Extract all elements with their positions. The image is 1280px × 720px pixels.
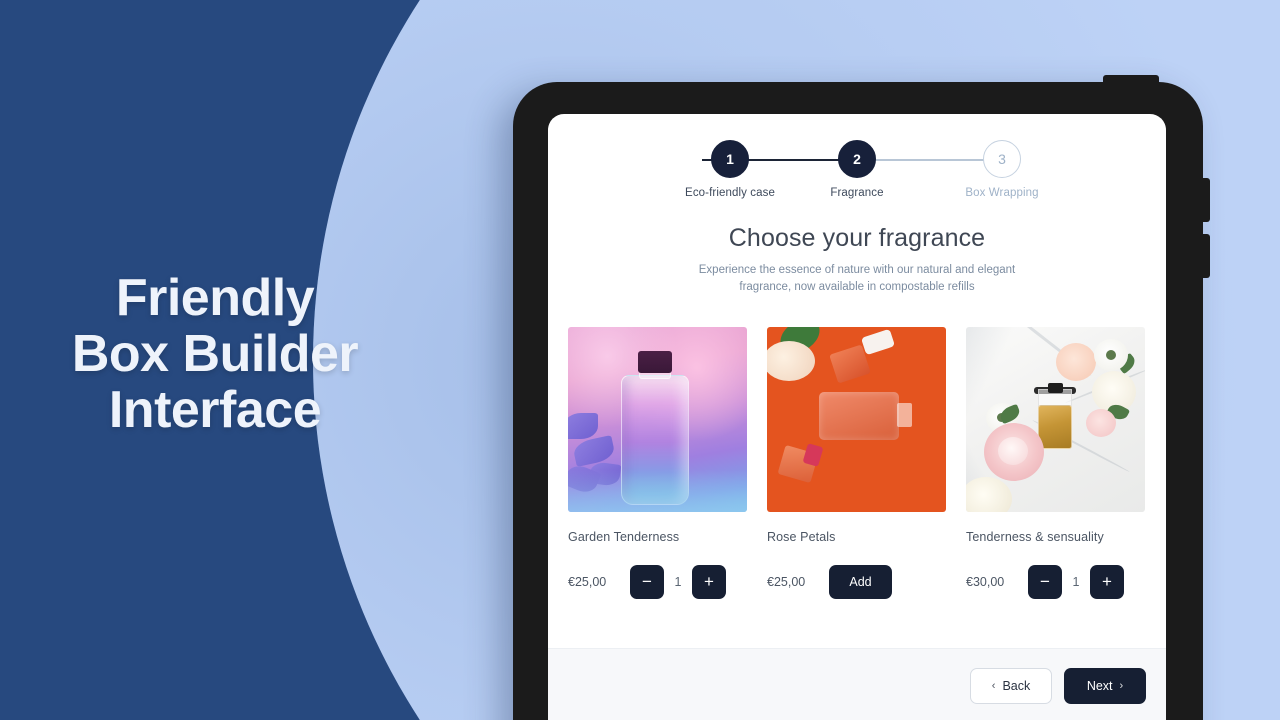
- lavender-sprig-icon: [568, 412, 598, 439]
- product-card-tenderness-sensuality[interactable]: Tenderness & sensuality €30,00 − 1 +: [966, 326, 1145, 600]
- plus-icon: +: [704, 572, 714, 591]
- product-purchase-row: €25,00 − 1 +: [568, 564, 747, 600]
- next-button[interactable]: Next ›: [1064, 668, 1146, 704]
- page-title: Choose your fragrance: [728, 224, 986, 252]
- next-button-label: Next: [1086, 679, 1113, 693]
- progress-stepper: 1 Eco-friendly case 2 Fragrance 3 Box Wr…: [647, 140, 1067, 206]
- image-foreground-glow: [568, 469, 747, 512]
- wizard-footer: ‹ Back Next ›: [548, 648, 1166, 720]
- rose-flower-shape: [1094, 338, 1128, 371]
- fragrance-bottle-shape: [1038, 404, 1072, 449]
- stepper-step-2-label: Fragrance: [830, 187, 884, 199]
- product-name: Garden Tenderness: [568, 529, 680, 544]
- stepper-step-3[interactable]: 3 Box Wrapping: [947, 140, 1057, 199]
- rose-flower-shape: [1056, 342, 1096, 381]
- stepper-step-1-circle: 1: [711, 140, 749, 178]
- minus-icon: −: [642, 572, 652, 591]
- bottle-cap-shape: [1048, 382, 1063, 393]
- chevron-right-icon: ›: [1119, 680, 1124, 692]
- stepper-step-1[interactable]: 1 Eco-friendly case: [675, 140, 785, 199]
- quantity-stepper: − 1 +: [1028, 564, 1124, 599]
- quantity-value: 1: [1072, 574, 1080, 589]
- product-image-garden-tenderness[interactable]: [568, 326, 747, 512]
- bottle-cap-shape: [638, 350, 672, 373]
- product-image-rose-petals[interactable]: [767, 326, 946, 512]
- stepper-step-1-label: Eco-friendly case: [685, 187, 775, 199]
- footer-actions: ‹ Back Next ›: [548, 649, 1166, 704]
- page-subtitle: Experience the essence of nature with ou…: [698, 264, 1016, 294]
- stepper-step-3-label: Box Wrapping: [965, 187, 1039, 199]
- back-button[interactable]: ‹ Back: [970, 668, 1052, 704]
- rose-flower-shape: [984, 422, 1044, 481]
- flower-shape: [767, 340, 815, 381]
- screenshot-stage: Friendly Box Builder Interface 1 Eco-fri…: [0, 0, 1280, 720]
- promo-headline-line-2: Box Builder: [71, 325, 359, 384]
- rose-flower-shape: [1086, 408, 1116, 437]
- lavender-sprig-icon: [571, 434, 617, 467]
- volume-up-button[interactable]: [1201, 178, 1210, 222]
- decrease-quantity-button[interactable]: −: [630, 564, 664, 599]
- increase-quantity-button[interactable]: +: [1090, 564, 1124, 599]
- stepper-step-2-circle: 2: [838, 140, 876, 178]
- promo-headline-line-3: Interface: [108, 381, 322, 440]
- plus-icon: +: [1102, 572, 1112, 591]
- product-card-rose-petals[interactable]: Rose Petals €25,00 Add: [767, 326, 946, 600]
- product-purchase-row: €30,00 − 1 +: [966, 564, 1145, 600]
- bottle-cap-shape: [860, 328, 896, 355]
- product-name: Rose Petals: [767, 529, 836, 544]
- product-price: €30,00: [966, 574, 1005, 589]
- quantity-stepper: − 1 +: [630, 564, 726, 599]
- tablet-device-frame: 1 Eco-friendly case 2 Fragrance 3 Box Wr…: [513, 75, 1210, 720]
- power-button[interactable]: [1103, 75, 1159, 85]
- quantity-value: 1: [674, 574, 682, 589]
- tablet-screen: 1 Eco-friendly case 2 Fragrance 3 Box Wr…: [548, 114, 1166, 720]
- product-image-tenderness-sensuality[interactable]: [966, 326, 1145, 512]
- product-card-garden-tenderness[interactable]: Garden Tenderness €25,00 − 1 +: [568, 326, 747, 600]
- dahlia-flower-shape: [966, 476, 1012, 512]
- fragrance-bottle-shape: [819, 391, 912, 440]
- product-price: €25,00: [568, 574, 607, 589]
- product-purchase-row: €25,00 Add: [767, 564, 946, 600]
- promo-headline: Friendly Box Builder Interface: [0, 269, 430, 440]
- product-list: Garden Tenderness €25,00 − 1 + Rose Peta…: [568, 326, 1146, 600]
- product-price: €25,00: [767, 574, 806, 589]
- decrease-quantity-button[interactable]: −: [1028, 564, 1062, 599]
- stepper-step-3-circle: 3: [983, 140, 1021, 178]
- promo-headline-line-1: Friendly: [115, 269, 315, 327]
- minus-icon: −: [1040, 572, 1050, 591]
- chevron-left-icon: ‹: [991, 680, 996, 692]
- increase-quantity-button[interactable]: +: [692, 564, 726, 599]
- back-button-label: Back: [1002, 679, 1031, 693]
- bottle-cap-shape: [802, 442, 824, 467]
- volume-down-button[interactable]: [1201, 234, 1210, 278]
- add-to-box-button[interactable]: Add: [829, 564, 892, 599]
- product-name: Tenderness & sensuality: [966, 529, 1104, 544]
- stepper-step-2[interactable]: 2 Fragrance: [802, 140, 912, 199]
